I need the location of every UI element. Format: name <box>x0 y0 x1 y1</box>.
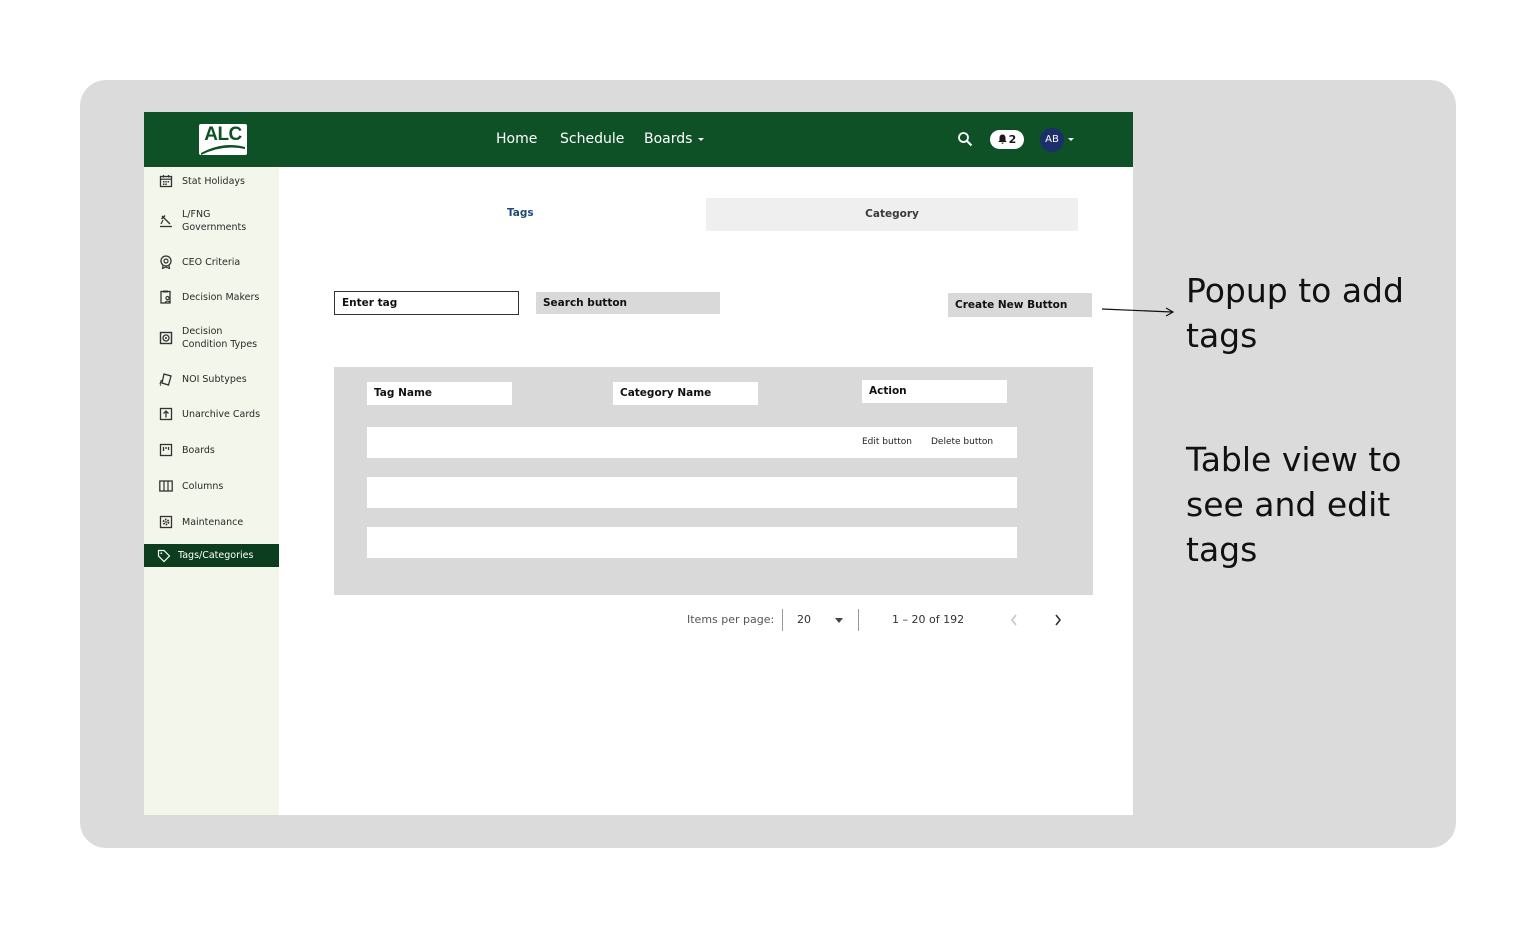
calendar-icon <box>159 175 173 188</box>
nav-schedule[interactable]: Schedule <box>560 131 624 148</box>
sidebar-item-decision-condition-types[interactable]: Decision Condition Types <box>144 325 279 351</box>
nav-boards-label: Boards <box>644 131 693 147</box>
column-header-action: Action <box>862 380 1007 403</box>
cards-icon <box>159 373 172 386</box>
avatar-chevron-down-icon[interactable] <box>1068 138 1074 141</box>
chevron-down-icon <box>698 137 705 141</box>
logo-swoosh-icon <box>201 145 245 155</box>
sidebar-item-label: Columns <box>182 480 224 492</box>
sidebar-item-lfng-governments[interactable]: L/FNG Governments <box>144 208 279 234</box>
nav-boards-menu[interactable]: Boards <box>644 131 705 148</box>
notification-badge[interactable]: 2 <box>990 130 1024 149</box>
sidebar-item-label: Boards <box>182 444 215 456</box>
sidebar-item-label: Decision Makers <box>182 291 260 303</box>
gavel-icon <box>160 214 172 228</box>
app-window: ALC Home Schedule Boards 2 AB Stat Holid… <box>144 112 1133 815</box>
tag-icon <box>157 549 171 562</box>
nav-home[interactable]: Home <box>496 131 537 148</box>
page-range: 1 – 20 of 192 <box>892 613 965 626</box>
top-navigation-bar: ALC Home Schedule Boards 2 AB <box>144 112 1133 167</box>
sidebar-item-label: Maintenance <box>182 516 244 528</box>
sidebar-item-boards[interactable]: Boards <box>144 443 279 457</box>
sidebar-item-label: Unarchive Cards <box>182 408 261 420</box>
table-row[interactable] <box>367 527 1017 558</box>
clipboard-user-icon <box>160 290 171 304</box>
edit-button[interactable]: Edit button <box>862 436 912 448</box>
annotation-table-note: Table view to see and edit tags <box>1186 440 1402 569</box>
table-row[interactable]: Edit button Delete button <box>367 427 1017 458</box>
sidebar-item-columns[interactable]: Columns <box>144 479 279 493</box>
sidebar-item-label: L/FNG Governments <box>182 209 247 233</box>
badge-icon <box>160 255 172 269</box>
sidebar-item-noi-subtypes[interactable]: NOI Subtypes <box>144 372 279 386</box>
pager-divider <box>782 609 783 631</box>
next-page-icon[interactable] <box>1053 613 1063 627</box>
unarchive-icon <box>159 407 173 421</box>
condition-icon <box>159 331 173 345</box>
sidebar-item-tags-categories[interactable]: Tags/Categories <box>144 544 279 567</box>
page-size-select[interactable]: 20 <box>797 610 811 630</box>
alc-logo[interactable]: ALC <box>199 124 247 155</box>
bell-icon <box>997 134 1007 144</box>
annotation-popup-note: Popup to add tags <box>1186 271 1404 355</box>
previous-page-icon[interactable] <box>1009 613 1019 627</box>
sidebar-item-decision-makers[interactable]: Decision Makers <box>144 290 279 304</box>
sidebar-item-label: CEO Criteria <box>182 256 241 268</box>
notification-count: 2 <box>1008 133 1017 146</box>
columns-icon <box>159 480 173 492</box>
board-icon <box>159 443 173 457</box>
column-header-category-name[interactable]: Category Name <box>613 382 758 405</box>
avatar[interactable]: AB <box>1040 128 1064 152</box>
create-new-button[interactable]: Create New Button <box>948 293 1092 317</box>
sidebar-item-label: Stat Holidays <box>182 175 245 187</box>
tag-search-input[interactable] <box>334 291 519 315</box>
sidebar-item-label: Tags/Categories <box>178 550 254 561</box>
page-size-dropdown-icon[interactable] <box>835 618 843 623</box>
tab-tags[interactable]: Tags <box>507 207 534 219</box>
sidebar-item-maintenance[interactable]: Maintenance <box>144 515 279 529</box>
sidebar: Stat Holidays L/FNG Governments CEO Crit… <box>144 167 279 815</box>
items-per-page-label: Items per page: <box>687 613 775 626</box>
pager-divider <box>858 609 859 631</box>
column-header-tag-name[interactable]: Tag Name <box>367 382 512 405</box>
gear-icon <box>159 515 173 529</box>
search-icon[interactable] <box>957 131 973 147</box>
annotation-arrow-icon <box>1102 307 1175 317</box>
sidebar-item-label: NOI Subtypes <box>182 373 247 385</box>
tab-category[interactable]: Category <box>706 198 1078 231</box>
sidebar-item-label: Decision Condition Types <box>182 326 258 350</box>
sidebar-item-stat-holidays[interactable]: Stat Holidays <box>144 174 279 188</box>
sidebar-item-ceo-criteria[interactable]: CEO Criteria <box>144 255 279 269</box>
sidebar-item-unarchive-cards[interactable]: Unarchive Cards <box>144 407 279 421</box>
delete-button[interactable]: Delete button <box>931 436 993 448</box>
table-row[interactable] <box>367 477 1017 508</box>
tags-table: Tag Name Category Name Action Edit butto… <box>334 367 1093 595</box>
search-button[interactable]: Search button <box>536 292 720 314</box>
